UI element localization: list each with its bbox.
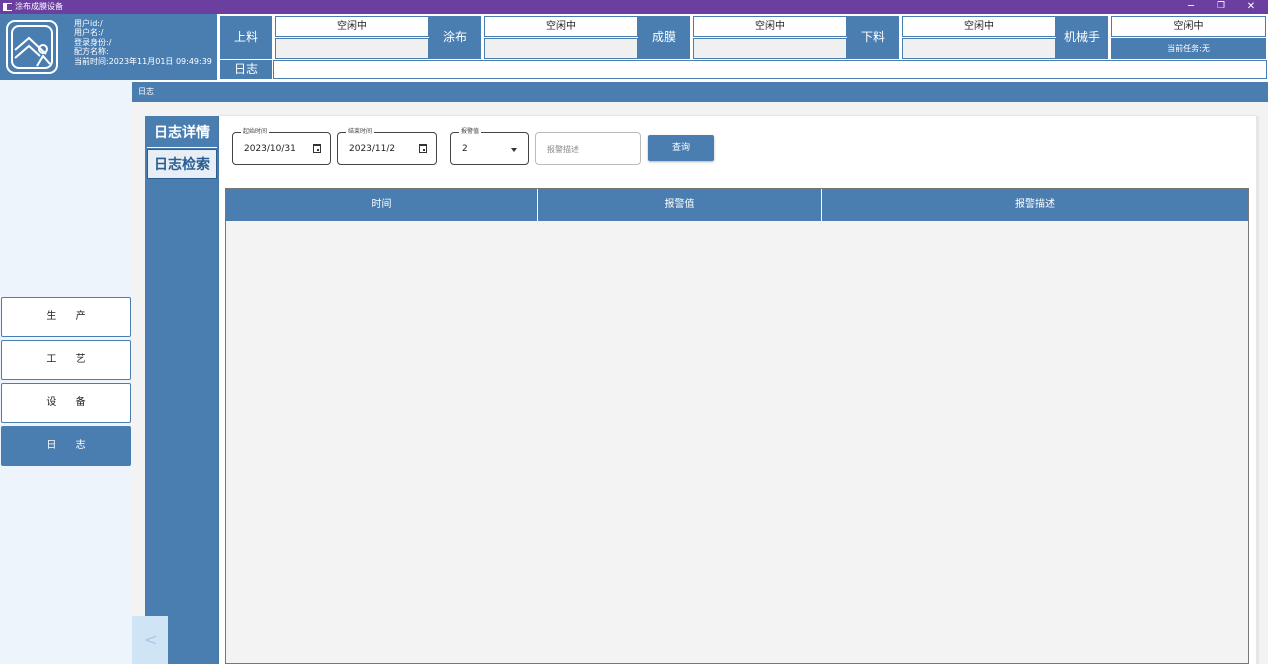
alarm-log-table: 时间 报警值 报警描述 [225, 188, 1249, 664]
stage-status: 空闲中 [1111, 16, 1266, 37]
start-time-picker[interactable]: 起始时间 2023/10/31 [232, 128, 331, 165]
end-time-value: 2023/11/2 [349, 144, 396, 154]
stage-label: 成膜 [638, 16, 690, 59]
collapse-sidebar-button[interactable]: < [132, 616, 168, 664]
stage-label: 上料 [220, 16, 272, 59]
current-time-text: 当前时间:2023年11月01日 09:49:39 [74, 56, 212, 66]
breadcrumb: 日志 [132, 82, 1268, 102]
start-time-value: 2023/10/31 [244, 144, 296, 154]
stage-task [275, 38, 429, 59]
alarm-description-placeholder: 报警描述 [547, 145, 579, 154]
start-time-label: 起始时间 [241, 128, 270, 136]
close-icon[interactable]: ✕ [1236, 0, 1266, 14]
column-header-time[interactable]: 时间 [226, 189, 538, 221]
alarm-value-select[interactable]: 报警值 2 [450, 128, 529, 165]
login-role-text: 登录身份:/ [74, 37, 112, 47]
chevron-down-icon [511, 148, 517, 152]
alarm-value-selected: 2 [462, 144, 468, 154]
alarm-value-label: 报警值 [459, 128, 482, 136]
window-title: 涂布成膜设备 [15, 2, 63, 11]
log-label: 日志 [220, 60, 272, 79]
nav-equipment-button[interactable]: 设 备 [1, 383, 131, 423]
log-sub-nav: 日志详情 日志检索 [145, 116, 219, 664]
restore-icon[interactable]: ❐ [1206, 0, 1236, 14]
stage-unloading: 下料 空闲中 [847, 16, 1056, 59]
tab-log-search[interactable]: 日志检索 [147, 149, 217, 179]
log-message-bar [273, 60, 1267, 79]
alarm-description-input[interactable]: 报警描述 [535, 132, 641, 165]
left-sidebar: 生 产 工 艺 设 备 日 志 [0, 80, 132, 664]
end-time-picker[interactable]: 结束时间 2023/11/2 [337, 128, 437, 165]
stage-label: 下料 [847, 16, 899, 59]
tab-log-details[interactable]: 日志详情 [147, 118, 217, 148]
stage-status: 空闲中 [902, 16, 1056, 37]
stage-status: 空闲中 [275, 16, 429, 37]
stage-status: 空闲中 [693, 16, 847, 37]
stage-robot: 机械手 空闲中 当前任务:无 [1056, 16, 1267, 59]
stage-label: 机械手 [1056, 16, 1108, 59]
user-name-text: 用户名:/ [74, 28, 104, 38]
stage-label: 涂布 [429, 16, 481, 59]
log-search-panel: 起始时间 2023/10/31 结束时间 2023/11/2 报警值 2 报警描… [219, 116, 1256, 664]
stage-task [484, 38, 638, 59]
app-icon [3, 3, 12, 11]
end-time-label: 结束时间 [346, 128, 375, 136]
robot-task-status: 当前任务:无 [1111, 38, 1266, 59]
column-header-alarm-value[interactable]: 报警值 [538, 189, 822, 221]
minimize-icon[interactable]: ─ [1176, 0, 1206, 14]
stage-task [693, 38, 847, 59]
column-header-alarm-description[interactable]: 报警描述 [822, 189, 1248, 221]
table-header: 时间 报警值 报警描述 [226, 189, 1248, 221]
query-button[interactable]: 查询 [648, 135, 714, 161]
user-id-text: 用户id:/ [74, 19, 103, 28]
stage-status: 空闲中 [484, 16, 638, 37]
nav-process-button[interactable]: 工 艺 [1, 340, 131, 380]
company-logo-icon [6, 20, 58, 74]
window-title-bar: 涂布成膜设备 ─ ❐ ✕ [0, 0, 1268, 14]
calendar-icon[interactable] [313, 144, 321, 153]
stage-coating: 涂布 空闲中 [429, 16, 638, 59]
stage-loading: 上料 空闲中 [220, 16, 429, 59]
recipe-name-text: 配方名称: [74, 47, 109, 57]
stage-filming: 成膜 空闲中 [638, 16, 847, 59]
nav-production-button[interactable]: 生 产 [1, 297, 131, 337]
stage-task [902, 38, 1056, 59]
nav-log-button[interactable]: 日 志 [1, 426, 131, 466]
calendar-icon[interactable] [419, 144, 427, 153]
user-info-panel: 用户id:/ 用户名:/ 登录身份:/ 配方名称: 当前时间:2023年11月0… [0, 14, 217, 80]
panel-edge [1256, 116, 1259, 664]
